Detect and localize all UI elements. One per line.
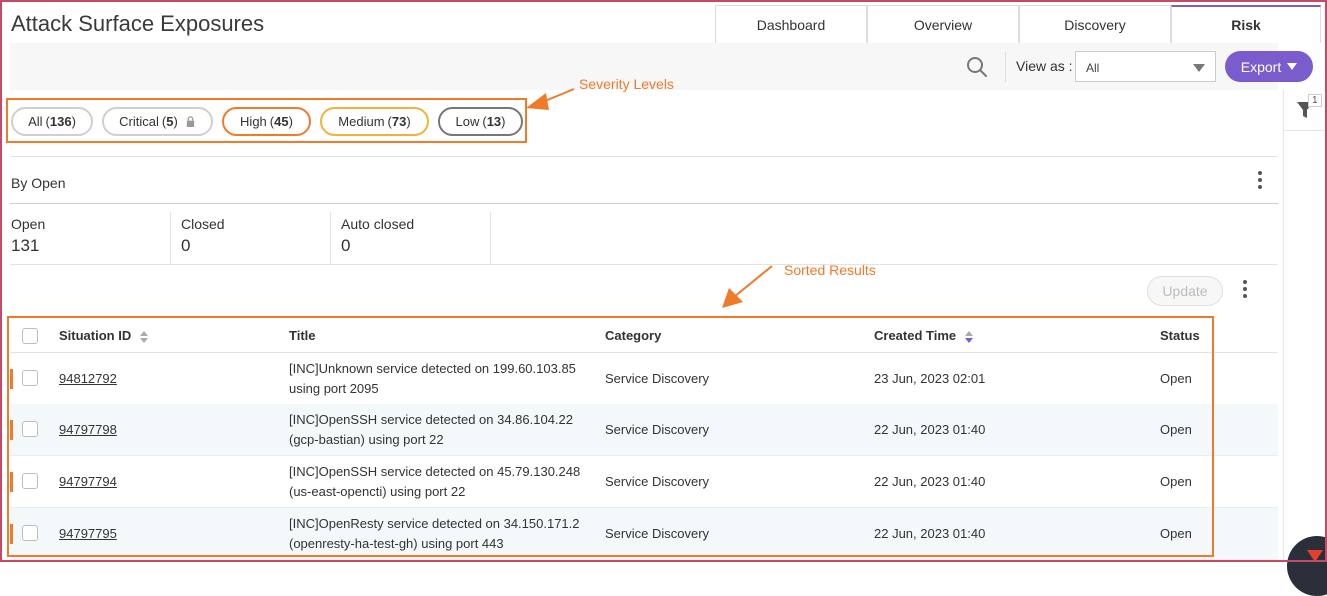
situation-id-link[interactable]: 94797794 bbox=[59, 474, 117, 489]
stat-divider bbox=[330, 212, 331, 264]
severity-high-count: 45 bbox=[274, 114, 289, 129]
severity-filter-critical[interactable]: Critical (5) bbox=[102, 107, 213, 136]
severity-critical-label: Critical bbox=[119, 114, 159, 129]
arrow-sorted-results bbox=[722, 265, 773, 308]
situation-id-link[interactable]: 94797798 bbox=[59, 422, 117, 437]
row-category: Service Discovery bbox=[605, 526, 710, 541]
severity-filter-high[interactable]: High (45) bbox=[222, 107, 311, 136]
select-all-checkbox[interactable] bbox=[22, 328, 38, 344]
row-title: [INC]OpenSSH service detected on 45.79.1… bbox=[289, 464, 581, 499]
row-checkbox[interactable] bbox=[22, 525, 38, 541]
tab-overview[interactable]: Overview bbox=[867, 5, 1019, 43]
table-header: Situation ID Title Category Created Time… bbox=[10, 318, 1278, 353]
row-checkbox[interactable] bbox=[22, 370, 38, 386]
rail-divider bbox=[1284, 130, 1327, 131]
arrow-severity bbox=[526, 88, 575, 110]
sort-desc-icon bbox=[964, 330, 973, 343]
table-row[interactable]: 94797798 [INC]OpenSSH service detected o… bbox=[10, 404, 1278, 456]
stat-closed[interactable]: Closed 0 bbox=[181, 212, 341, 264]
row-status: Open bbox=[1160, 422, 1192, 437]
table-more-options-icon[interactable] bbox=[1242, 280, 1248, 300]
row-status: Open bbox=[1160, 526, 1192, 541]
column-status[interactable]: Status bbox=[1160, 328, 1200, 343]
filter-rail: 1 bbox=[1283, 90, 1327, 562]
stat-open-value: 131 bbox=[11, 236, 40, 255]
row-created-time: 22 Jun, 2023 01:40 bbox=[874, 474, 986, 489]
toolbar-divider bbox=[1005, 52, 1006, 82]
stat-open-label: Open bbox=[11, 216, 46, 232]
stat-auto-closed-value: 0 bbox=[341, 236, 351, 255]
severity-all-count: 136 bbox=[49, 114, 72, 129]
row-category: Service Discovery bbox=[605, 371, 710, 386]
search-icon[interactable] bbox=[965, 55, 989, 79]
severity-filter-low[interactable]: Low (13) bbox=[438, 107, 523, 136]
annotation-severity-levels: Severity Levels bbox=[579, 76, 674, 92]
widget-logo-icon bbox=[1307, 550, 1323, 562]
caret-down-icon bbox=[1287, 63, 1298, 70]
stat-auto-closed[interactable]: Auto closed 0 bbox=[341, 212, 501, 264]
export-button[interactable]: Export bbox=[1225, 51, 1313, 82]
stat-auto-closed-label: Auto closed bbox=[341, 216, 415, 232]
tab-discovery[interactable]: Discovery bbox=[1019, 5, 1171, 43]
divider bbox=[10, 156, 1278, 157]
divider bbox=[10, 203, 1278, 204]
row-status: Open bbox=[1160, 474, 1192, 489]
tab-dashboard[interactable]: Dashboard bbox=[715, 5, 867, 43]
chevron-down-icon bbox=[1193, 64, 1205, 72]
table-row[interactable]: 94797794 [INC]OpenSSH service detected o… bbox=[10, 456, 1278, 508]
situation-id-link[interactable]: 94812792 bbox=[59, 371, 117, 386]
stat-closed-label: Closed bbox=[181, 216, 225, 232]
severity-indicator bbox=[10, 369, 13, 389]
stat-divider bbox=[490, 212, 491, 264]
row-category: Service Discovery bbox=[605, 474, 710, 489]
row-created-time: 22 Jun, 2023 01:40 bbox=[874, 526, 986, 541]
page-title: Attack Surface Exposures bbox=[11, 11, 265, 36]
view-as-value: All bbox=[1086, 61, 1100, 75]
row-title: [INC]Unknown service detected on 199.60.… bbox=[289, 361, 576, 396]
divider bbox=[10, 264, 1278, 265]
group-more-options-icon[interactable] bbox=[1257, 171, 1263, 191]
situation-id-link[interactable]: 94797795 bbox=[59, 526, 117, 541]
table-row[interactable]: 94797795 [INC]OpenResty service detected… bbox=[10, 508, 1278, 560]
severity-filter-all[interactable]: All (136) bbox=[11, 107, 93, 136]
column-created-time[interactable]: Created Time bbox=[874, 328, 974, 344]
severity-low-count: 13 bbox=[486, 114, 502, 129]
table-row[interactable]: 94812792 [INC]Unknown service detected o… bbox=[10, 353, 1278, 405]
view-as-label: View as : bbox=[1016, 58, 1073, 74]
severity-high-label: High bbox=[240, 114, 267, 129]
stat-open[interactable]: Open 131 bbox=[11, 212, 171, 264]
row-category: Service Discovery bbox=[605, 422, 710, 437]
severity-indicator bbox=[10, 472, 13, 492]
severity-all-label: All bbox=[28, 114, 43, 129]
row-created-time: 22 Jun, 2023 01:40 bbox=[874, 422, 986, 437]
row-title: [INC]OpenResty service detected on 34.15… bbox=[289, 516, 580, 551]
row-status: Open bbox=[1160, 371, 1192, 386]
tab-risk[interactable]: Risk bbox=[1171, 5, 1321, 43]
view-as-select[interactable]: All bbox=[1075, 51, 1216, 82]
group-by-label: By Open bbox=[11, 175, 66, 191]
severity-medium-label: Medium bbox=[338, 114, 385, 129]
filter-count-badge: 1 bbox=[1308, 94, 1322, 107]
column-situation-id[interactable]: Situation ID bbox=[59, 328, 149, 344]
row-created-time: 23 Jun, 2023 02:01 bbox=[874, 371, 986, 386]
severity-indicator bbox=[10, 420, 13, 440]
severity-low-label: Low bbox=[455, 114, 480, 129]
row-title: [INC]OpenSSH service detected on 34.86.1… bbox=[289, 412, 574, 447]
severity-filter-medium[interactable]: Medium (73) bbox=[320, 107, 429, 136]
tab-bar: Dashboard Overview Discovery Risk bbox=[715, 5, 1321, 43]
export-label: Export bbox=[1240, 58, 1282, 75]
row-checkbox[interactable] bbox=[22, 473, 38, 489]
column-category[interactable]: Category bbox=[605, 328, 661, 343]
stat-divider bbox=[170, 212, 171, 264]
severity-critical-count: 5 bbox=[166, 114, 174, 129]
row-checkbox[interactable] bbox=[22, 421, 38, 437]
sort-icon bbox=[139, 330, 148, 343]
severity-medium-count: 73 bbox=[391, 114, 407, 129]
severity-indicator bbox=[10, 524, 13, 544]
lock-icon bbox=[186, 116, 194, 127]
stat-closed-value: 0 bbox=[181, 236, 191, 255]
update-button[interactable]: Update bbox=[1147, 276, 1223, 306]
column-title[interactable]: Title bbox=[289, 328, 316, 343]
